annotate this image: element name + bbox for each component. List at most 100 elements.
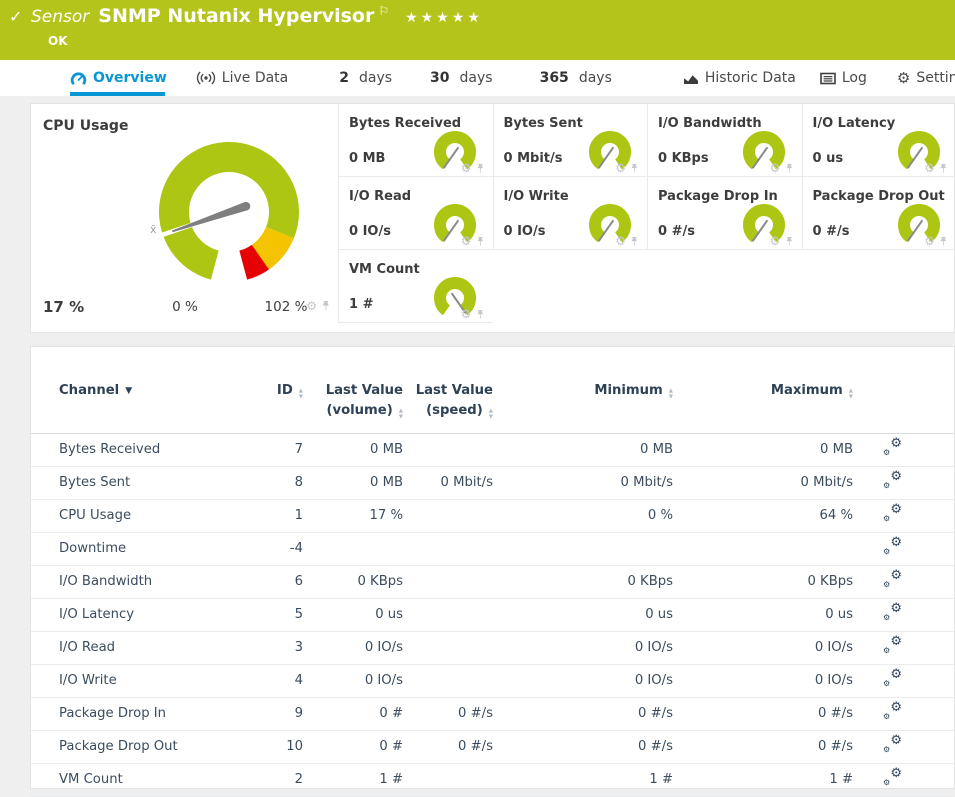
gear-icon[interactable]: ⚙ — [770, 162, 781, 174]
cell-channel[interactable]: I/O Latency — [31, 598, 245, 631]
cell-channel[interactable]: Downtime — [31, 532, 245, 565]
pin-icon[interactable] — [939, 236, 948, 247]
sensor-tab-bar: Overview Live Data 2 days 30 days 365 da… — [0, 60, 955, 96]
channel-settings-gears-icon[interactable]: ⚙⚙ — [883, 571, 902, 588]
tab-historic-data[interactable]: Historic Data — [683, 60, 796, 96]
table-row[interactable]: CPU Usage 1 17 % 0 % 64 % ⚙⚙ — [31, 499, 954, 532]
gauge-title: I/O Write — [504, 189, 569, 204]
mini-gauge-cell[interactable]: Bytes Sent 0 Mbit/s ⚙ — [493, 104, 648, 177]
table-row[interactable]: I/O Read 3 0 IO/s 0 IO/s 0 IO/s ⚙⚙ — [31, 631, 954, 664]
cell-channel[interactable]: I/O Write — [31, 664, 245, 697]
gear-icon[interactable]: ⚙ — [461, 162, 472, 174]
pin-icon[interactable] — [476, 236, 485, 247]
gear-icon[interactable]: ⚙ — [924, 235, 935, 247]
pin-icon[interactable] — [785, 236, 794, 247]
pin-icon[interactable] — [939, 163, 948, 174]
gear-icon[interactable]: ⚙ — [924, 162, 935, 174]
gear-icon[interactable]: ⚙ — [615, 162, 626, 174]
column-header-channel[interactable]: Channel▼ — [31, 367, 245, 433]
tab-settings[interactable]: ⚙ Settings — [897, 60, 955, 96]
mini-gauge-cell[interactable]: I/O Write 0 IO/s ⚙ — [493, 177, 648, 250]
cell-channel[interactable]: I/O Bandwidth — [31, 565, 245, 598]
mini-gauge-cell[interactable]: Package Drop In 0 #/s ⚙ — [647, 177, 802, 250]
gauge-value: 0 Mbit/s — [504, 151, 563, 166]
cell-channel[interactable]: VM Count — [31, 763, 245, 796]
channel-settings-gears-icon[interactable]: ⚙⚙ — [883, 736, 902, 753]
gear-icon[interactable]: ⚙ — [306, 300, 317, 312]
column-header-last-value-speed[interactable]: Last Value (speed)▲▼ — [403, 367, 493, 433]
table-row[interactable]: I/O Write 4 0 IO/s 0 IO/s 0 IO/s ⚙⚙ — [31, 664, 954, 697]
tab-30-days[interactable]: 30 days — [430, 60, 493, 96]
mini-gauge-cell[interactable]: I/O Read 0 IO/s ⚙ — [338, 177, 493, 250]
table-row[interactable]: Package Drop In 9 0 # 0 #/s 0 #/s 0 #/s … — [31, 697, 954, 730]
channel-settings-gears-icon[interactable]: ⚙⚙ — [883, 637, 902, 654]
channel-settings-gears-icon[interactable]: ⚙⚙ — [883, 505, 902, 522]
table-row[interactable]: VM Count 2 1 # 1 # 1 # ⚙⚙ — [31, 763, 954, 796]
channel-settings-gears-icon[interactable]: ⚙⚙ — [883, 670, 902, 687]
channel-settings-gears-icon[interactable]: ⚙⚙ — [883, 538, 902, 555]
table-row[interactable]: Bytes Sent 8 0 MB 0 Mbit/s 0 Mbit/s 0 Mb… — [31, 466, 954, 499]
tab-live-data[interactable]: Live Data — [196, 60, 288, 96]
pin-icon[interactable] — [630, 236, 639, 247]
mini-gauge-cell[interactable]: I/O Latency 0 us ⚙ — [802, 104, 955, 177]
broadcast-icon — [196, 71, 216, 85]
tab-overview[interactable]: Overview — [70, 60, 167, 96]
column-header-last-value-volume[interactable]: Last Value (volume)▲▼ — [303, 367, 403, 433]
priority-stars[interactable]: ★★★★★ — [405, 10, 483, 26]
cell-last-value-speed — [403, 532, 493, 565]
channel-settings-gears-icon[interactable]: ⚙⚙ — [883, 703, 902, 720]
pin-icon[interactable] — [476, 309, 485, 320]
gauge-title: Package Drop In — [658, 189, 778, 204]
gear-icon[interactable]: ⚙ — [461, 308, 472, 320]
mini-gauge-cell[interactable]: I/O Bandwidth 0 KBps ⚙ — [647, 104, 802, 177]
tab-label: days — [460, 70, 493, 86]
table-row[interactable]: Downtime -4 ⚙⚙ — [31, 532, 954, 565]
mini-gauge-cell[interactable]: Package Drop Out 0 #/s ⚙ — [802, 177, 955, 250]
tab-log[interactable]: Log — [820, 60, 867, 96]
table-row[interactable]: Package Drop Out 10 0 # 0 #/s 0 #/s 0 #/… — [31, 730, 954, 763]
cell-channel[interactable]: Package Drop In — [31, 697, 245, 730]
cell-channel[interactable]: Bytes Sent — [31, 466, 245, 499]
mini-gauge-cell[interactable]: Bytes Received 0 MB ⚙ — [338, 104, 493, 177]
sort-icon: ▲▼ — [849, 389, 853, 401]
flag-icon[interactable]: ⚐ — [378, 4, 389, 18]
gear-icon[interactable]: ⚙ — [770, 235, 781, 247]
column-header-id[interactable]: ID▲▼ — [245, 367, 303, 433]
cell-channel[interactable]: Package Drop Out — [31, 730, 245, 763]
pin-icon[interactable] — [785, 163, 794, 174]
table-row[interactable]: I/O Latency 5 0 us 0 us 0 us ⚙⚙ — [31, 598, 954, 631]
pin-icon[interactable] — [321, 300, 331, 312]
gauge-value: 0 #/s — [813, 224, 850, 239]
cell-last-value-volume — [303, 532, 403, 565]
cell-maximum: 0 us — [673, 598, 853, 631]
cell-channel[interactable]: I/O Read — [31, 631, 245, 664]
pin-icon[interactable] — [630, 163, 639, 174]
channel-settings-gears-icon[interactable]: ⚙⚙ — [883, 604, 902, 621]
channel-settings-gears-icon[interactable]: ⚙⚙ — [883, 472, 902, 489]
cell-channel-settings: ⚙⚙ — [853, 433, 954, 466]
table-row[interactable]: Bytes Received 7 0 MB 0 MB 0 MB ⚙⚙ — [31, 433, 954, 466]
channel-settings-gears-icon[interactable]: ⚙⚙ — [883, 439, 902, 456]
column-header-settings — [853, 367, 954, 433]
pin-icon[interactable] — [476, 163, 485, 174]
cpu-usage-gauge-cell[interactable]: CPU Usage x̄ 0 % 102 % 17 % ⚙ — [31, 104, 338, 332]
tab-label: Settings — [916, 70, 955, 86]
gear-icon[interactable]: ⚙ — [461, 235, 472, 247]
cell-channel[interactable]: Bytes Received — [31, 433, 245, 466]
gauge-value: 1 # — [349, 297, 373, 312]
cell-minimum: 0 #/s — [493, 730, 673, 763]
cell-last-value-volume: 0 MB — [303, 466, 403, 499]
gear-icon[interactable]: ⚙ — [615, 235, 626, 247]
channel-settings-gears-icon[interactable]: ⚙⚙ — [883, 769, 902, 786]
column-header-minimum[interactable]: Minimum▲▼ — [493, 367, 673, 433]
column-header-maximum[interactable]: Maximum▲▼ — [673, 367, 853, 433]
mini-gauge-cell[interactable]: VM Count 1 # ⚙ — [338, 250, 493, 323]
tab-365-days[interactable]: 365 days — [540, 60, 612, 96]
cell-last-value-volume: 0 # — [303, 697, 403, 730]
cell-last-value-volume: 0 # — [303, 730, 403, 763]
gauge-title: Bytes Sent — [504, 116, 583, 131]
cell-channel[interactable]: CPU Usage — [31, 499, 245, 532]
table-row[interactable]: I/O Bandwidth 6 0 KBps 0 KBps 0 KBps ⚙⚙ — [31, 565, 954, 598]
gauge-cell-actions: ⚙ — [615, 162, 639, 174]
tab-2-days[interactable]: 2 days — [339, 60, 392, 96]
